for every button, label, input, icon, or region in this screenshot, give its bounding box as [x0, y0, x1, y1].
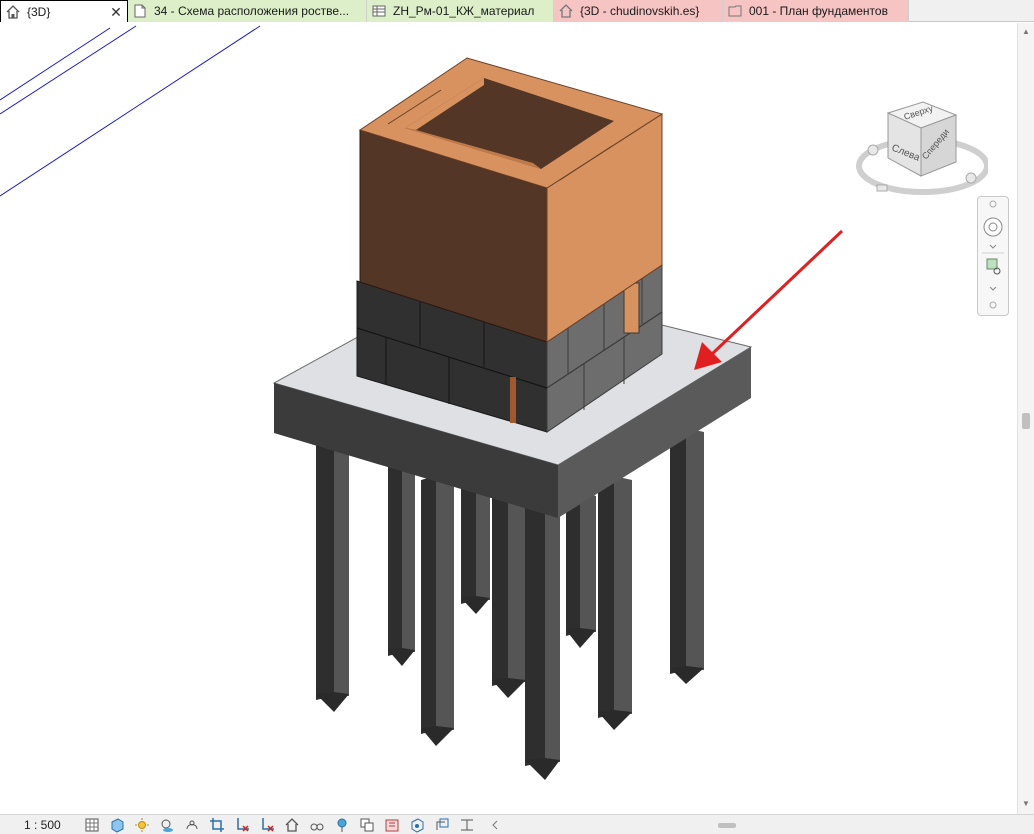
detail-level-icon[interactable] — [84, 817, 100, 833]
horizontal-scrollbar[interactable] — [460, 818, 1015, 832]
steering-wheel-icon[interactable] — [983, 217, 1003, 237]
scroll-up-icon[interactable]: ▲ — [1021, 27, 1031, 37]
navigation-bar — [977, 196, 1009, 316]
tab-label: ZH_Рм-01_КЖ_материал — [393, 4, 535, 18]
pile — [670, 428, 704, 684]
crop-region-icon[interactable] — [259, 817, 275, 833]
temporary-hide-icon[interactable] — [309, 817, 325, 833]
view-scale[interactable]: 1 : 500 — [0, 818, 70, 832]
pile — [388, 462, 415, 666]
pile — [598, 476, 632, 730]
chevron-down-icon[interactable] — [989, 244, 997, 249]
temp-view-properties-icon[interactable] — [384, 817, 400, 833]
home-3d-icon — [559, 4, 573, 18]
view-cube[interactable]: Сверху Слева Спереди — [853, 98, 990, 208]
worksharing-icon[interactable] — [359, 817, 375, 833]
view-tab-bar: {3D} ✕ 34 - Схема расположения ростве...… — [0, 0, 1034, 22]
reveal-hidden-icon[interactable] — [334, 817, 350, 833]
sheet-icon — [134, 4, 146, 18]
tab-sheet-34[interactable]: 34 - Схема расположения ростве... — [128, 0, 367, 22]
shadows-icon[interactable] — [159, 817, 175, 833]
pile — [421, 476, 454, 746]
pile — [525, 500, 560, 780]
pile — [461, 484, 490, 614]
scroll-down-icon[interactable]: ▼ — [1021, 799, 1031, 809]
tab-3d-user[interactable]: {3D - chudinovskih.es} — [554, 0, 723, 22]
scroll-thumb[interactable] — [1022, 413, 1030, 429]
rotate-right-icon[interactable] — [965, 172, 977, 184]
chevron-down-icon[interactable] — [989, 286, 997, 291]
render-icon[interactable] — [184, 817, 200, 833]
tab-label: {3D} — [27, 4, 51, 19]
pile — [566, 492, 596, 648]
tab-3d[interactable]: {3D} ✕ — [0, 0, 128, 22]
scroll-thumb[interactable] — [718, 823, 736, 828]
pile — [492, 492, 526, 698]
tab-foundation-plan[interactable]: 001 - План фундаментов — [723, 0, 909, 22]
highlight-displacement-icon[interactable] — [434, 817, 450, 833]
reference-lines — [0, 25, 261, 197]
crop-region-icon[interactable] — [234, 817, 250, 833]
annotation-arrow — [694, 229, 844, 370]
view-control-bar: 1 : 500 — [0, 814, 1034, 834]
unlock-3d-icon[interactable] — [284, 817, 300, 833]
tab-label: {3D - chudinovskih.es} — [580, 4, 700, 18]
schedule-icon — [372, 5, 386, 17]
tab-schedule[interactable]: ZH_Рм-01_КЖ_материал — [367, 0, 554, 22]
home-3d-icon — [6, 4, 20, 19]
close-icon[interactable]: ✕ — [109, 5, 123, 19]
plan-icon — [728, 5, 742, 17]
pile — [316, 440, 349, 712]
revit-window: {3D} ✕ 34 - Схема расположения ростве...… — [0, 0, 1034, 834]
crop-view-icon[interactable] — [209, 817, 225, 833]
vertical-scrollbar[interactable]: ▲ ▼ — [1017, 23, 1034, 814]
analytical-model-icon[interactable] — [409, 817, 425, 833]
zoom-region-icon[interactable] — [986, 258, 1001, 275]
home-view-icon[interactable] — [876, 184, 888, 192]
rotate-left-icon[interactable] — [867, 144, 879, 156]
sun-path-icon[interactable] — [134, 817, 150, 833]
3d-viewport[interactable]: Сверху Слева Спереди — [0, 23, 1017, 814]
tab-label: 34 - Схема расположения ростве... — [154, 4, 350, 18]
visual-style-icon[interactable] — [109, 817, 125, 833]
tab-label: 001 - План фундаментов — [749, 4, 888, 18]
